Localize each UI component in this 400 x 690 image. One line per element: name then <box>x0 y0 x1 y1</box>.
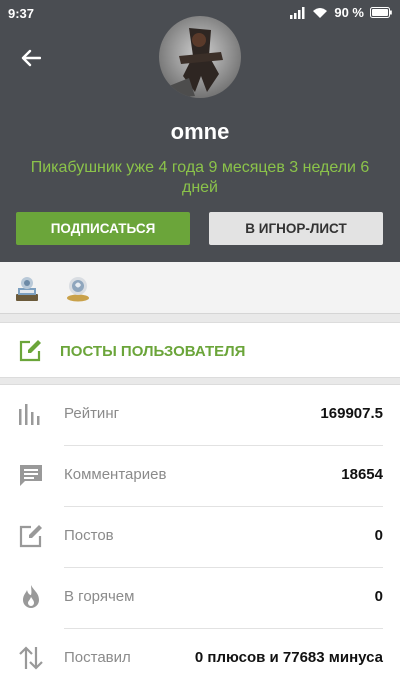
stat-label: Рейтинг <box>64 405 120 422</box>
stat-row-rating: Рейтинг 169907.5 <box>0 385 400 446</box>
avatar <box>159 16 241 98</box>
battery-icon <box>370 7 392 18</box>
stat-value: 169907.5 <box>320 405 383 422</box>
signal-icon <box>290 6 305 19</box>
member-since-text: Пикабушник уже 4 года 9 месяцев 3 недели… <box>30 159 370 196</box>
stat-row-votes: Поставил 0 плюсов и 77683 минуса <box>0 629 400 690</box>
status-time: 9:37 <box>8 6 35 21</box>
stat-value: 18654 <box>341 466 383 483</box>
user-posts-label: ПОСТЫ ПОЛЬЗОВАТЕЛЯ <box>60 343 246 360</box>
awards-bar <box>0 262 400 314</box>
edit-icon <box>19 525 42 548</box>
stat-row-posts: Постов 0 <box>0 507 400 568</box>
comment-icon <box>20 465 42 486</box>
rating-bars-icon <box>19 404 40 425</box>
user-posts-link[interactable]: ПОСТЫ ПОЛЬЗОВАТЕЛЯ <box>0 322 400 378</box>
stat-value: 0 плюсов и 77683 минуса <box>194 649 383 666</box>
battery-percent: 90 % <box>334 5 364 20</box>
award-badge-2[interactable] <box>65 274 91 302</box>
wifi-icon <box>313 7 328 18</box>
medal-award-icon <box>67 277 89 302</box>
arrow-left-icon <box>21 49 41 67</box>
edit-icon <box>19 340 41 362</box>
username: omne <box>170 119 230 144</box>
up-down-arrows-icon <box>19 646 43 670</box>
stat-label: Постов <box>64 527 114 544</box>
subscribe-button[interactable]: ПОДПИСАТЬСЯ <box>16 212 190 245</box>
flame-icon <box>23 585 39 608</box>
ignore-list-button[interactable]: В ИГНОР-ЛИСТ <box>209 212 383 245</box>
stat-label: Поставил <box>64 649 131 666</box>
trophy-award-icon <box>16 277 38 301</box>
stat-value: 0 <box>374 527 383 544</box>
stat-row-comments: Комментариев 18654 <box>0 446 400 507</box>
back-button[interactable] <box>14 43 48 73</box>
stat-label: Комментариев <box>64 466 167 483</box>
profile-header: 9:37 90 % omne Пикабушник уже 4 года 9 м… <box>0 0 400 262</box>
stat-value: 0 <box>374 588 383 605</box>
stat-label: В горячем <box>64 588 135 605</box>
stat-row-hot: В горячем 0 <box>0 568 400 629</box>
status-icons: 90 % <box>290 5 392 20</box>
award-badge-1[interactable] <box>14 274 40 302</box>
user-stats-list: Рейтинг 169907.5 Комментариев 18654 Пост… <box>0 384 400 690</box>
